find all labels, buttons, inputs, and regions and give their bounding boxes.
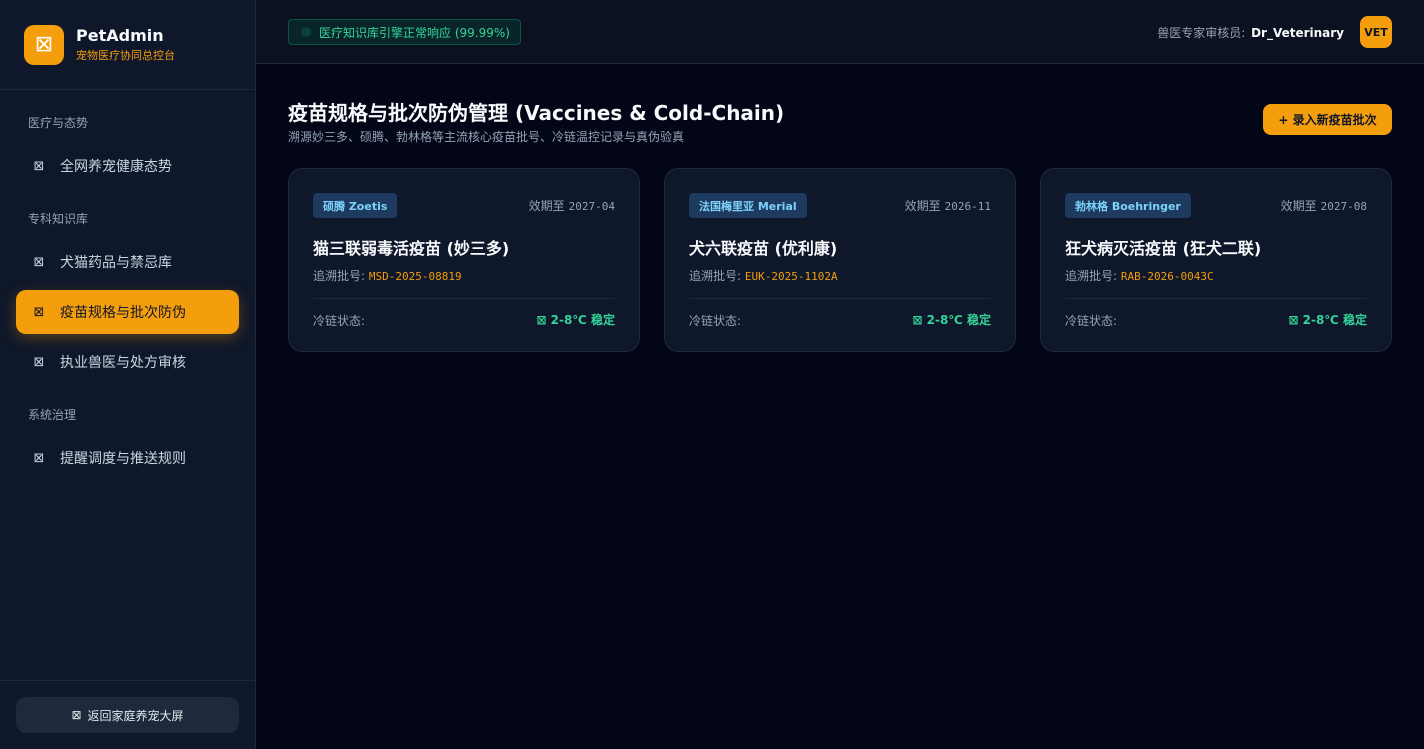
avatar[interactable]: VET (1360, 16, 1392, 48)
vaccine-card[interactable]: 勃林格 Boehringer 效期至 2027-08 狂犬病灭活疫苗 (狂犬二联)… (1040, 168, 1392, 352)
cold-chain-label: 冷链状态: (689, 314, 742, 328)
batch-code: EUK-2025-1102A (744, 270, 838, 283)
cold-chain-status: ⊠ 2-8℃ 稳定 (913, 311, 991, 328)
sidebar-item-label: 提醒调度与推送规则 (60, 451, 186, 467)
back-to-dashboard-button[interactable]: ⊠ 返回家庭养宠大屏 (16, 697, 239, 733)
box-icon: ⊠ (536, 313, 547, 327)
expiry-date: 2027-04 (568, 200, 615, 213)
status-text: 医疗知识库引擎正常响应 (99.99%) (319, 25, 510, 40)
expiry: 效期至 2027-04 (529, 197, 615, 214)
expiry-date: 2027-08 (1320, 200, 1367, 213)
reviewer-info: 兽医专家审核员: Dr_Veterinary (1157, 24, 1344, 41)
sidebar-item-label: 执业兽医与处方审核 (60, 355, 186, 371)
expiry: 效期至 2026-11 (905, 197, 991, 214)
vaccine-card[interactable]: 法国梅里亚 Merial 效期至 2026-11 犬六联疫苗 (优利康) 追溯批号… (664, 168, 1016, 352)
box-icon: ⊠ (33, 254, 45, 270)
sidebar-item-label: 全网养宠健康态势 (60, 159, 172, 175)
expiry-label: 效期至 (528, 199, 565, 213)
divider (689, 298, 991, 299)
brand-header: ⊠ PetAdmin 宠物医疗协同总控台 (0, 0, 255, 90)
box-icon: ⊠ (33, 354, 45, 370)
add-vaccine-batch-button[interactable]: + 录入新疫苗批次 (1263, 104, 1392, 135)
box-icon: ⊠ (71, 708, 82, 722)
nav-section-knowledge: 专科知识库 (28, 212, 89, 226)
sidebar-item-drugs[interactable]: ⊠ 犬猫药品与禁忌库 (16, 240, 239, 284)
reviewer-name: Dr_Veterinary (1251, 26, 1344, 40)
cold-chain-status: ⊠ 2-8℃ 稳定 (1289, 311, 1367, 328)
divider (1065, 298, 1367, 299)
brand-subtitle: 宠物医疗协同总控台 (76, 48, 175, 62)
batch-label: 追溯批号: (1065, 269, 1118, 283)
cold-chain-status: ⊠ 2-8℃ 稳定 (537, 311, 615, 328)
cold-chain-value: 2-8℃ 稳定 (926, 313, 991, 327)
manufacturer-badge: 法国梅里亚 Merial (689, 193, 807, 218)
cold-chain-value: 2-8℃ 稳定 (550, 313, 615, 327)
box-icon: ⊠ (1288, 313, 1299, 327)
sidebar-item-label: 疫苗规格与批次防伪 (60, 305, 186, 321)
logo-icon: ⊠ (24, 24, 64, 65)
box-icon: ⊠ (912, 313, 923, 327)
sidebar: ⊠ PetAdmin 宠物医疗协同总控台 医疗与态势 ⊠ 全网养宠健康态势 专科… (0, 0, 256, 749)
brand-title: PetAdmin (76, 25, 164, 45)
batch-number: 追溯批号: EUK-2025-1102A (689, 267, 838, 284)
cold-chain-label: 冷链状态: (1065, 314, 1118, 328)
sidebar-item-label: 犬猫药品与禁忌库 (60, 255, 172, 271)
topbar: 医疗知识库引擎正常响应 (99.99%) 兽医专家审核员: Dr_Veterin… (256, 0, 1424, 64)
batch-code: RAB-2026-0043C (1120, 270, 1214, 283)
page-subtitle: 溯源妙三多、硕腾、勃林格等主流核心疫苗批号、冷链温控记录与真伪验真 (288, 130, 685, 144)
batch-number: 追溯批号: MSD-2025-08819 (313, 267, 462, 284)
cold-chain-value: 2-8℃ 稳定 (1302, 313, 1367, 327)
manufacturer-badge: 勃林格 Boehringer (1065, 193, 1191, 218)
divider (313, 298, 615, 299)
vaccine-name: 犬六联疫苗 (优利康) (689, 239, 838, 258)
status-dot-icon (301, 27, 311, 37)
expiry-label: 效期至 (904, 199, 941, 213)
sidebar-footer: ⊠ 返回家庭养宠大屏 (0, 680, 256, 749)
back-button-label: 返回家庭养宠大屏 (87, 708, 184, 723)
batch-number: 追溯批号: RAB-2026-0043C (1065, 267, 1214, 284)
sidebar-item-reminders[interactable]: ⊠ 提醒调度与推送规则 (16, 436, 239, 480)
vaccine-name: 猫三联弱毒活疫苗 (妙三多) (313, 239, 510, 258)
expiry: 效期至 2027-08 (1281, 197, 1367, 214)
expiry-date: 2026-11 (944, 200, 991, 213)
vaccine-card[interactable]: 硕腾 Zoetis 效期至 2027-04 猫三联弱毒活疫苗 (妙三多) 追溯批号… (288, 168, 640, 352)
box-icon: ⊠ (33, 158, 45, 174)
cold-chain-label: 冷链状态: (313, 314, 366, 328)
batch-label: 追溯批号: (313, 269, 366, 283)
vaccine-name: 狂犬病灭活疫苗 (狂犬二联) (1065, 239, 1262, 258)
reviewer-label: 兽医专家审核员: (1157, 26, 1246, 40)
page-title: 疫苗规格与批次防伪管理 (Vaccines & Cold-Chain) (288, 101, 785, 125)
batch-label: 追溯批号: (689, 269, 742, 283)
sidebar-item-vets[interactable]: ⊠ 执业兽医与处方审核 (16, 340, 239, 384)
sidebar-item-vaccines[interactable]: ⊠ 疫苗规格与批次防伪 (16, 290, 239, 334)
nav-section-medical: 医疗与态势 (28, 116, 89, 130)
status-badge: 医疗知识库引擎正常响应 (99.99%) (288, 19, 521, 45)
nav-section-governance: 系统治理 (28, 408, 77, 422)
box-icon: ⊠ (33, 450, 45, 466)
sidebar-item-health-overview[interactable]: ⊠ 全网养宠健康态势 (16, 144, 239, 188)
batch-code: MSD-2025-08819 (368, 270, 462, 283)
expiry-label: 效期至 (1280, 199, 1317, 213)
box-icon: ⊠ (33, 304, 45, 320)
manufacturer-badge: 硕腾 Zoetis (313, 193, 398, 218)
